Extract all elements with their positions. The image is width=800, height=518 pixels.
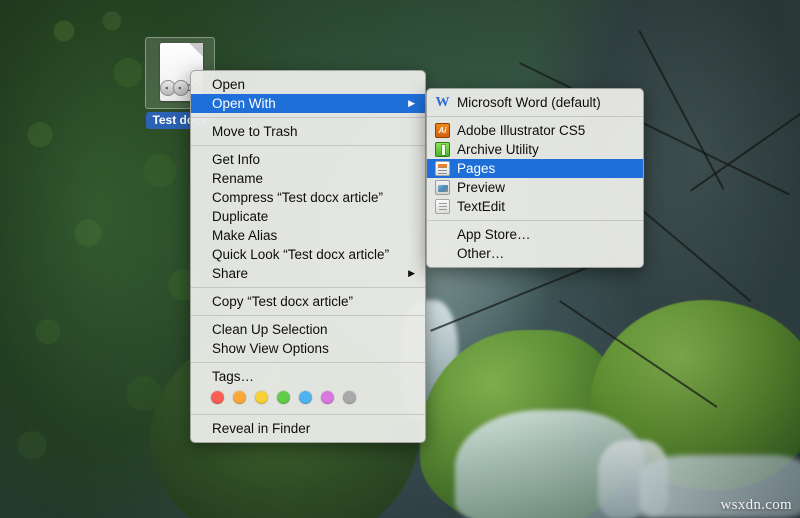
menu-item-textedit[interactable]: TextEdit bbox=[427, 197, 643, 216]
menu-separator bbox=[427, 116, 643, 117]
menu-icon-placeholder bbox=[435, 246, 450, 261]
menu-item-label: TextEdit bbox=[457, 199, 506, 214]
menu-item-label: App Store… bbox=[457, 227, 531, 242]
illustrator-icon: Ai bbox=[435, 123, 450, 138]
menu-item-label: Clean Up Selection bbox=[212, 322, 328, 337]
menu-item-label: Tags… bbox=[212, 369, 255, 384]
menu-item-archive-utility[interactable]: Archive Utility bbox=[427, 140, 643, 159]
menu-item-label: Make Alias bbox=[212, 228, 278, 243]
menu-item-share[interactable]: Share ▶ bbox=[191, 264, 425, 283]
tag-blue-swatch[interactable] bbox=[299, 391, 312, 404]
menu-item-preview[interactable]: Preview bbox=[427, 178, 643, 197]
menu-item-label: Reveal in Finder bbox=[212, 421, 311, 436]
menu-item-quick-look-test-docx-article[interactable]: Quick Look “Test docx article” bbox=[191, 245, 425, 264]
menu-item-clean-up-selection[interactable]: Clean Up Selection bbox=[191, 320, 425, 339]
menu-item-adobe-illustrator-cs5[interactable]: Ai Adobe Illustrator CS5 bbox=[427, 121, 643, 140]
menu-item-label: Preview bbox=[457, 180, 506, 195]
menu-item-reveal-in-finder[interactable]: Reveal in Finder bbox=[191, 419, 425, 438]
menu-item-open-with[interactable]: Open With ▶ bbox=[191, 94, 425, 113]
site-watermark: wsxdn.com bbox=[720, 497, 792, 513]
menu-item-label: Open With bbox=[212, 96, 276, 111]
back-arrow-icon-2 bbox=[173, 79, 189, 96]
menu-item-microsoft-word-default[interactable]: W Microsoft Word (default) bbox=[427, 93, 643, 112]
menu-item-label: Show View Options bbox=[212, 341, 329, 356]
tag-green-swatch[interactable] bbox=[277, 391, 290, 404]
menu-separator bbox=[191, 287, 425, 288]
menu-item-show-view-options[interactable]: Show View Options bbox=[191, 339, 425, 358]
menu-separator bbox=[191, 362, 425, 363]
menu-item-rename[interactable]: Rename bbox=[191, 169, 425, 188]
menu-item-label: Copy “Test docx article” bbox=[212, 294, 354, 309]
menu-item-label: Rename bbox=[212, 171, 264, 186]
menu-item-label: Duplicate bbox=[212, 209, 269, 224]
menu-separator bbox=[427, 220, 643, 221]
menu-separator bbox=[191, 414, 425, 415]
menu-item-label: Get Info bbox=[212, 152, 261, 167]
menu-item-make-alias[interactable]: Make Alias bbox=[191, 226, 425, 245]
menu-item-label: Pages bbox=[457, 161, 496, 176]
menu-item-get-info[interactable]: Get Info bbox=[191, 150, 425, 169]
menu-item-compress-test-docx-article[interactable]: Compress “Test docx article” bbox=[191, 188, 425, 207]
menu-item-label: Open bbox=[212, 77, 246, 92]
archive-utility-icon bbox=[435, 142, 450, 157]
menu-item-label: Quick Look “Test docx article” bbox=[212, 247, 390, 262]
menu-item-tags[interactable]: Tags… bbox=[191, 367, 425, 386]
menu-item-copy-test-docx-article[interactable]: Copy “Test docx article” bbox=[191, 292, 425, 311]
menu-separator bbox=[191, 145, 425, 146]
open-with-submenu[interactable]: W Microsoft Word (default) Ai Adobe Illustr… bbox=[426, 88, 644, 268]
menu-item-app-store[interactable]: App Store… bbox=[427, 225, 643, 244]
preview-icon bbox=[435, 180, 450, 195]
menu-item-move-to-trash[interactable]: Move to Trash bbox=[191, 122, 425, 141]
finder-context-menu[interactable]: Open Open With ▶ Move to Trash Get Info Renam… bbox=[190, 70, 426, 443]
tag-orange-swatch[interactable] bbox=[233, 391, 246, 404]
menu-item-pages[interactable]: Pages bbox=[427, 159, 643, 178]
menu-item-other[interactable]: Other… bbox=[427, 244, 643, 263]
menu-item-label: Move to Trash bbox=[212, 124, 298, 139]
submenu-arrow-icon: ▶ bbox=[408, 268, 415, 278]
menu-item-label: Microsoft Word (default) bbox=[457, 95, 601, 110]
tag-red-swatch[interactable] bbox=[211, 391, 224, 404]
tag-gray-swatch[interactable] bbox=[343, 391, 356, 404]
pages-icon bbox=[435, 161, 450, 176]
word-icon: W bbox=[435, 95, 450, 110]
menu-item-label: Archive Utility bbox=[457, 142, 539, 157]
tag-purple-swatch[interactable] bbox=[321, 391, 334, 404]
menu-item-open[interactable]: Open bbox=[191, 75, 425, 94]
submenu-arrow-icon: ▶ bbox=[408, 98, 415, 108]
desktop-screen: wsxdn.com DOCX Test docx OpenOpen With▶M… bbox=[0, 0, 800, 518]
textedit-icon bbox=[435, 199, 450, 214]
tag-yellow-swatch[interactable] bbox=[255, 391, 268, 404]
menu-icon-placeholder bbox=[435, 227, 450, 242]
menu-item-label: Compress “Test docx article” bbox=[212, 190, 384, 205]
menu-item-label: Adobe Illustrator CS5 bbox=[457, 123, 586, 138]
menu-separator bbox=[191, 315, 425, 316]
menu-separator bbox=[191, 117, 425, 118]
menu-item-label: Share bbox=[212, 266, 249, 281]
tag-color-row bbox=[191, 386, 425, 410]
menu-item-duplicate[interactable]: Duplicate bbox=[191, 207, 425, 226]
page-fold-corner bbox=[189, 43, 203, 57]
menu-item-label: Other… bbox=[457, 246, 505, 261]
